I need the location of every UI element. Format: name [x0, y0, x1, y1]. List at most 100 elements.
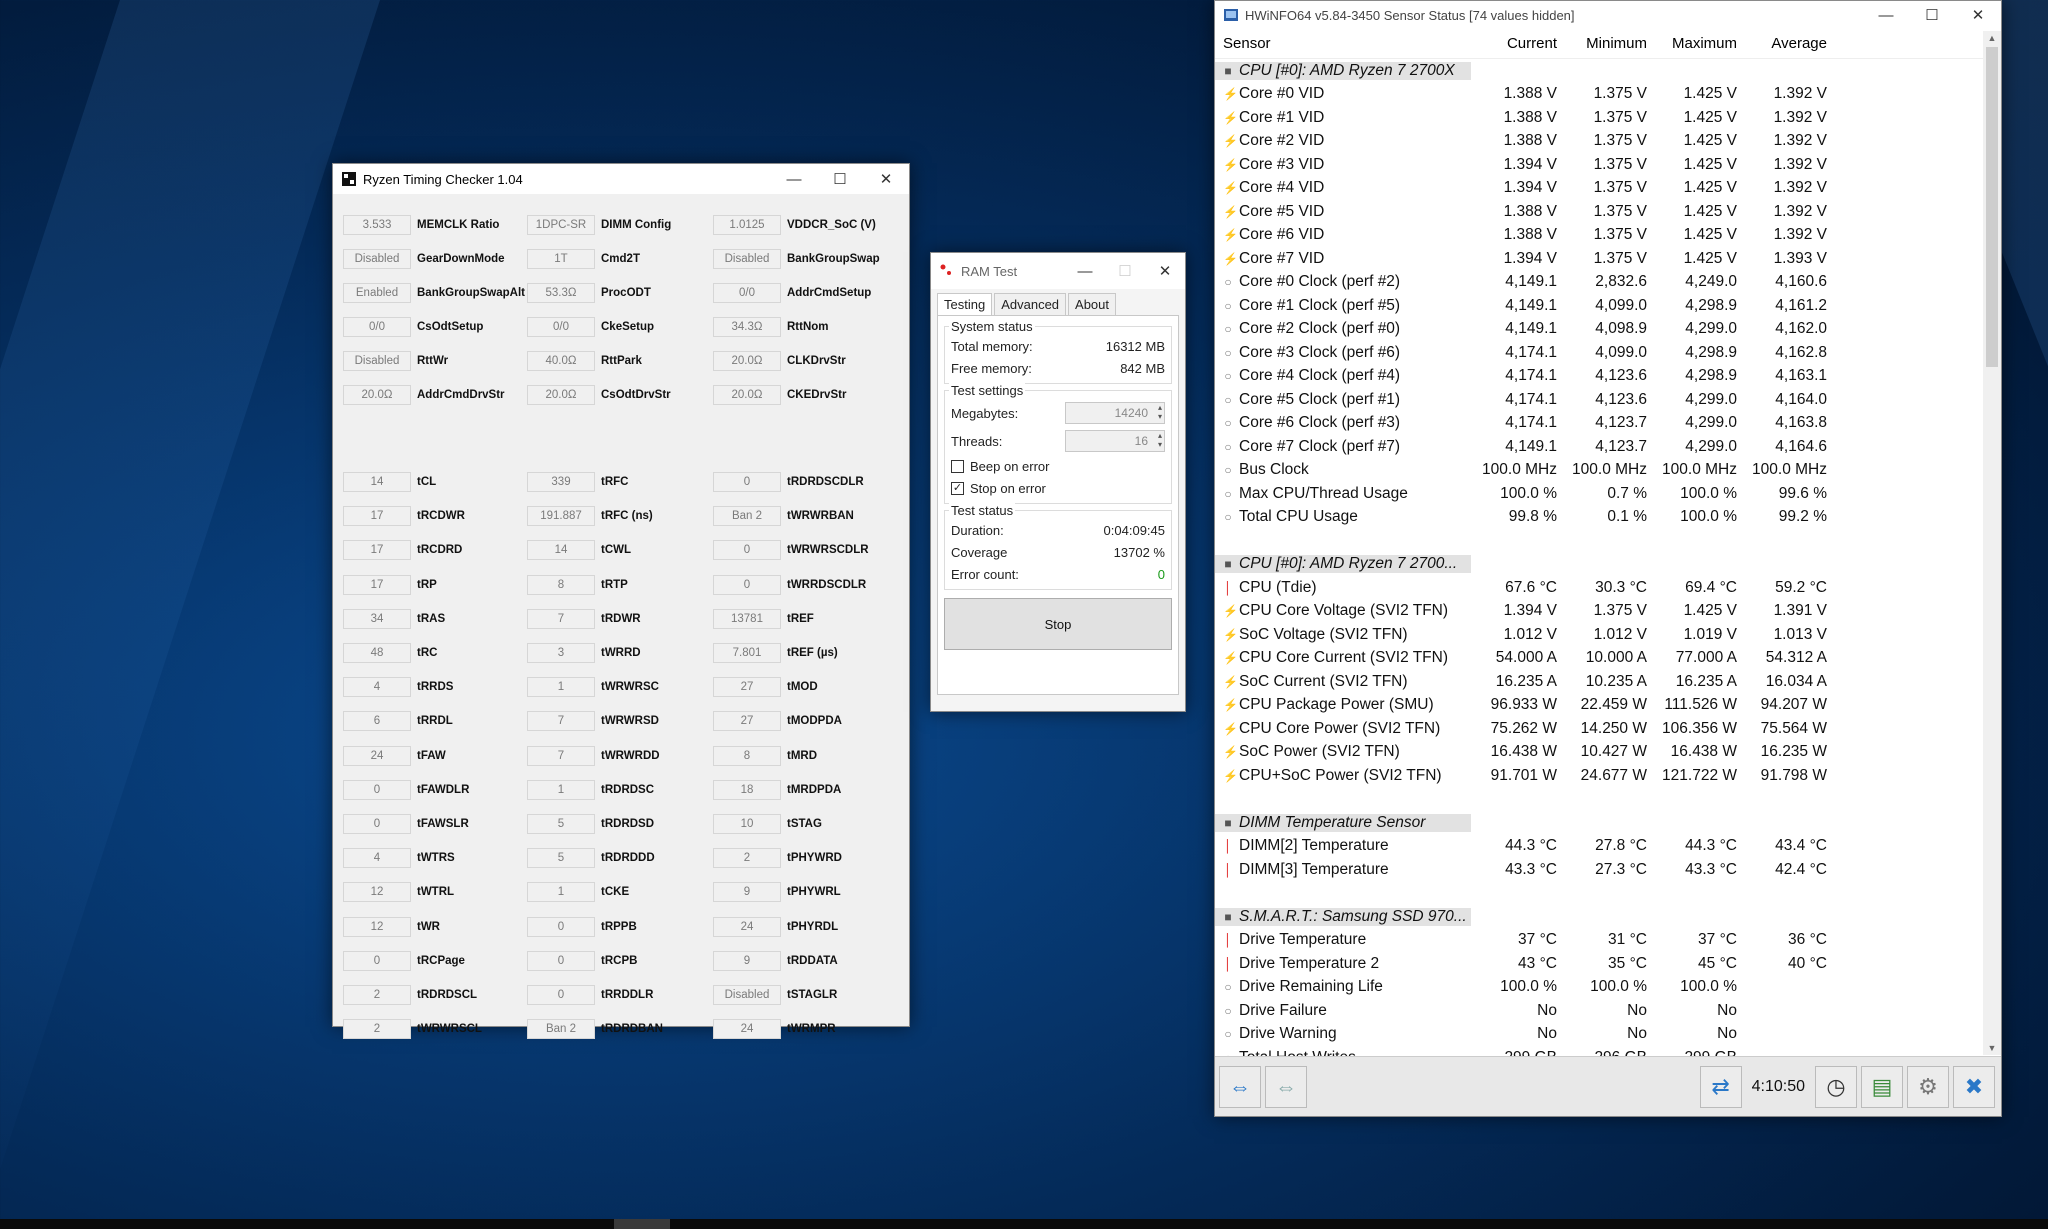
- sensor-row[interactable]: │ Drive Temperature 37 °C 31 °C 37 °C 36 °C: [1215, 929, 2001, 953]
- timing-value[interactable]: Enabled: [343, 283, 411, 303]
- timing-value[interactable]: 27: [713, 711, 781, 732]
- sensor-row[interactable]: ⚡ Core #7 VID 1.394 V 1.375 V 1.425 V 1.393 V: [1215, 247, 2001, 271]
- timing-value[interactable]: Disabled: [713, 249, 781, 269]
- vertical-scrollbar[interactable]: ▲ ▼: [1983, 31, 2001, 1055]
- timing-value[interactable]: 0: [527, 950, 595, 971]
- sensor-group-header[interactable]: ■ S.M.A.R.T.: Samsung SSD 970...: [1215, 905, 2001, 929]
- sensor-row[interactable]: ○ Drive Remaining Life 100.0 % 100.0 % 100.0…: [1215, 976, 2001, 1000]
- timing-value[interactable]: 24: [343, 745, 411, 766]
- log-file-icon[interactable]: ▤: [1861, 1065, 1903, 1108]
- timing-value[interactable]: 8: [527, 574, 595, 595]
- scroll-down-icon[interactable]: ▼: [1983, 1043, 2001, 1053]
- timing-value[interactable]: Ban 2: [713, 506, 781, 527]
- timing-value[interactable]: 7: [527, 608, 595, 629]
- timing-value[interactable]: 24: [713, 916, 781, 937]
- timing-value[interactable]: 14: [343, 472, 411, 492]
- tab-about[interactable]: About: [1068, 293, 1117, 315]
- sensor-group-header[interactable]: ■ CPU [#0]: AMD Ryzen 7 2700...: [1215, 553, 2001, 577]
- sensor-row[interactable]: ⚡ Core #3 VID 1.394 V 1.375 V 1.425 V 1.392 V: [1215, 153, 2001, 177]
- checkbox-unchecked[interactable]: [951, 459, 964, 473]
- timing-value[interactable]: 2: [343, 1019, 411, 1040]
- column-header-maximum[interactable]: Maximum: [1651, 35, 1741, 52]
- timing-value[interactable]: 0: [527, 916, 595, 937]
- sensor-row[interactable]: ⚡ CPU Package Power (SMU) 96.933 W 22.459 W…: [1215, 694, 2001, 718]
- checkmark-icon[interactable]: ✓: [951, 481, 964, 495]
- timing-value[interactable]: 0: [343, 814, 411, 834]
- scrollbar-thumb[interactable]: [1986, 47, 1998, 367]
- timing-value[interactable]: 20.0Ω: [527, 385, 595, 405]
- timing-value[interactable]: 20.0Ω: [713, 351, 781, 371]
- minimize-button[interactable]: —: [1065, 256, 1105, 286]
- timing-value[interactable]: 7.801: [713, 643, 781, 663]
- timing-value[interactable]: 1.0125: [713, 215, 781, 235]
- timing-value[interactable]: 34: [343, 608, 411, 629]
- timing-value[interactable]: 0: [343, 779, 411, 800]
- hw-titlebar[interactable]: HWiNFO64 v5.84-3450 Sensor Status [74 va…: [1215, 1, 2001, 29]
- timing-value[interactable]: 12: [343, 916, 411, 937]
- sensor-row[interactable]: ⚡ SoC Power (SVI2 TFN) 16.438 W 10.427 W 16.…: [1215, 741, 2001, 765]
- sensor-row[interactable]: ○ Core #7 Clock (perf #7) 4,149.1 4,123.7 4,…: [1215, 435, 2001, 459]
- timing-value[interactable]: 8: [713, 745, 781, 766]
- sensor-row[interactable]: ⚡ CPU Core Voltage (SVI2 TFN) 1.394 V 1.375…: [1215, 600, 2001, 624]
- network-icon[interactable]: ⇄: [1699, 1065, 1742, 1108]
- scroll-up-icon[interactable]: ▲: [1983, 33, 2001, 43]
- timing-value[interactable]: 34.3Ω: [713, 317, 781, 337]
- timing-value[interactable]: 6: [343, 711, 411, 732]
- timing-value[interactable]: 48: [343, 643, 411, 663]
- sensor-row[interactable]: │ Drive Temperature 2 43 °C 35 °C 45 °C 40 °C: [1215, 952, 2001, 976]
- taskbar-item[interactable]: [614, 1219, 670, 1229]
- sensor-row[interactable]: ○ Core #0 Clock (perf #2) 4,149.1 2,832.6 4,…: [1215, 271, 2001, 295]
- timing-value[interactable]: 3.533: [343, 215, 411, 235]
- threads-stepper[interactable]: 16: [1065, 430, 1165, 452]
- sensor-row[interactable]: ○ Core #5 Clock (perf #1) 4,174.1 4,123.6 4,…: [1215, 388, 2001, 412]
- timing-value[interactable]: 13781: [713, 608, 781, 629]
- timing-value[interactable]: 2: [343, 985, 411, 1005]
- column-header-average[interactable]: Average: [1741, 35, 1831, 52]
- sensor-row[interactable]: ⚡ Core #2 VID 1.388 V 1.375 V 1.425 V 1.392 V: [1215, 130, 2001, 154]
- column-header-current[interactable]: Current: [1471, 35, 1561, 52]
- timing-value[interactable]: 40.0Ω: [527, 351, 595, 371]
- timing-value[interactable]: 10: [713, 814, 781, 834]
- arrows-expand-icon[interactable]: ⇔: [1219, 1065, 1261, 1108]
- timing-value[interactable]: 5: [527, 848, 595, 869]
- timing-value[interactable]: Disabled: [343, 249, 411, 269]
- clock-icon[interactable]: ◷: [1815, 1065, 1857, 1108]
- timing-value[interactable]: 17: [343, 574, 411, 595]
- sensor-row[interactable]: │ CPU (Tdie) 67.6 °C 30.3 °C 69.4 °C 59.2 °C: [1215, 576, 2001, 600]
- timing-value[interactable]: 339: [527, 472, 595, 492]
- sensor-row[interactable]: ⚡ Core #6 VID 1.388 V 1.375 V 1.425 V 1.392 V: [1215, 224, 2001, 248]
- sensor-row[interactable]: ○ Core #4 Clock (perf #4) 4,174.1 4,123.6 4,…: [1215, 365, 2001, 389]
- sensor-row[interactable]: │ DIMM[3] Temperature 43.3 °C 27.3 °C 43.3 °…: [1215, 858, 2001, 882]
- timing-value[interactable]: 4: [343, 677, 411, 698]
- timing-value[interactable]: 24: [713, 1019, 781, 1040]
- timing-value[interactable]: 1T: [527, 249, 595, 269]
- timing-value[interactable]: 0/0: [713, 283, 781, 303]
- maximize-button[interactable]: ☐: [1105, 256, 1145, 286]
- timing-value[interactable]: 27: [713, 677, 781, 698]
- timing-value[interactable]: 20.0Ω: [713, 385, 781, 405]
- stop-button[interactable]: Stop: [944, 598, 1172, 650]
- sensor-row[interactable]: ○ Core #1 Clock (perf #5) 4,149.1 4,099.0 4,…: [1215, 294, 2001, 318]
- maximize-button[interactable]: ☐: [1909, 0, 1955, 30]
- timing-value[interactable]: 53.3Ω: [527, 283, 595, 303]
- timing-value[interactable]: 5: [527, 814, 595, 834]
- sensor-row[interactable]: ○ Core #3 Clock (perf #6) 4,174.1 4,099.0 4,…: [1215, 341, 2001, 365]
- sensor-row[interactable]: ○ Max CPU/Thread Usage 100.0 % 0.7 % 100.0 %…: [1215, 482, 2001, 506]
- timing-value[interactable]: 1: [527, 677, 595, 698]
- arrows-collapse-icon[interactable]: ⇔: [1265, 1065, 1307, 1108]
- sensor-row[interactable]: ⚡ Core #0 VID 1.388 V 1.375 V 1.425 V 1.392 V: [1215, 83, 2001, 107]
- megabytes-stepper[interactable]: 14240: [1065, 402, 1165, 424]
- timing-value[interactable]: 0: [527, 985, 595, 1005]
- timing-value[interactable]: 20.0Ω: [343, 385, 411, 405]
- timing-value[interactable]: 1: [527, 779, 595, 800]
- timing-value[interactable]: 4: [343, 848, 411, 869]
- sensor-group-header[interactable]: ■ CPU [#0]: AMD Ryzen 7 2700X: [1215, 59, 2001, 83]
- timing-value[interactable]: Disabled: [713, 985, 781, 1005]
- timing-value[interactable]: 12: [343, 882, 411, 903]
- close-button[interactable]: ✕: [863, 164, 909, 194]
- timing-value[interactable]: 2: [713, 848, 781, 869]
- ram-titlebar[interactable]: RAM Test — ☐ ✕: [931, 253, 1185, 289]
- timing-value[interactable]: 18: [713, 779, 781, 800]
- timing-value[interactable]: 0: [713, 472, 781, 492]
- column-header-sensor[interactable]: Sensor: [1215, 35, 1471, 52]
